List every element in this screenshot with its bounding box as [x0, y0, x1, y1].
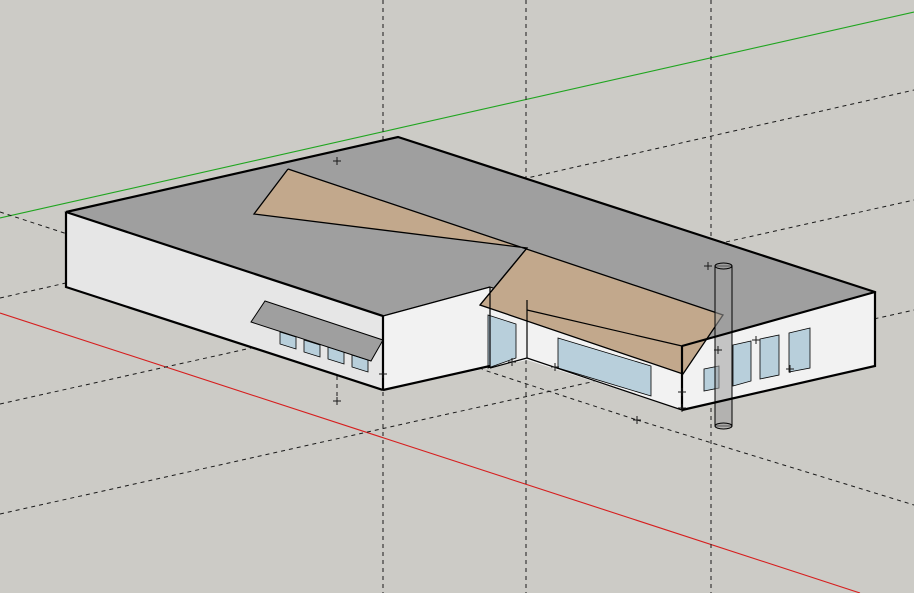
window-panel[interactable] — [732, 340, 752, 387]
guide-point[interactable] — [333, 397, 341, 405]
guide-line[interactable] — [636, 419, 914, 506]
window-panel[interactable] — [759, 334, 780, 380]
model-canvas[interactable] — [0, 0, 914, 593]
window-panel[interactable] — [788, 327, 811, 373]
building-model[interactable] — [64, 135, 877, 430]
guide-point[interactable] — [633, 416, 641, 424]
3d-modeling-viewport[interactable] — [0, 0, 914, 593]
